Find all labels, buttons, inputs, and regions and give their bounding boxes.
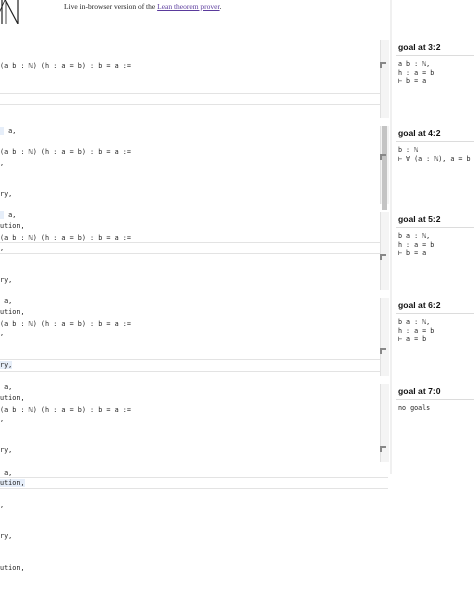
goal-state: a b : ℕ, h : a = b ⊢ b = a (398, 60, 435, 86)
code-line: (a b : ℕ) (h : a = b) : b = a := (0, 320, 131, 328)
code-line: (a b : ℕ) (h : a = b) : b = a := (0, 234, 131, 242)
goal-state: b a : ℕ, h : a = b ⊢ a = b (398, 318, 435, 344)
goal-title: goal at 5:2 (398, 214, 441, 224)
code-line: , (0, 500, 5, 509)
editor-scrollbar[interactable] (380, 298, 389, 376)
example-block: (a b : ℕ) (h : a = b) : b = a := a, , ry… (0, 384, 474, 572)
code-line (0, 92, 388, 105)
tagline-prefix: Live in-browser version of the (64, 2, 158, 11)
code-line: ry, (0, 532, 13, 540)
code-editor[interactable]: (a b : ℕ) (h : a = b) : b = a := a, , ry… (0, 40, 389, 230)
scrollbar-thumb[interactable] (382, 126, 387, 210)
scroll-marker-icon (380, 62, 386, 68)
goal-state: no goals (398, 404, 431, 412)
code-line: (a b : ℕ) (h : a = b) : b = a := (0, 148, 131, 156)
goal-title: goal at 3:2 (398, 42, 441, 52)
goal-title: goal at 7:0 (398, 386, 441, 396)
tagline: Live in-browser version of the Lean theo… (64, 2, 221, 11)
goal-panel: goal at 7:0 no goals (392, 384, 474, 462)
code-editor[interactable]: (a b : ℕ) (h : a = b) : b = a := a, , ry… (0, 126, 389, 316)
code-editor[interactable]: (a b : ℕ) (h : a = b) : b = a := a, , ry… (0, 212, 389, 402)
goal-panel: goal at 4:2 b : ℕ ⊢ ∀ (a : ℕ), a = b (392, 126, 474, 204)
scroll-marker-icon (380, 446, 386, 452)
goal-panel: goal at 6:2 b a : ℕ, h : a = b ⊢ a = b (392, 298, 474, 376)
goal-title: goal at 6:2 (398, 300, 441, 310)
goal-panel: goal at 3:2 a b : ℕ, h : a = b ⊢ b = a (392, 40, 474, 118)
page-header: Live in-browser version of the Lean theo… (0, 0, 474, 24)
code-editor[interactable]: (a b : ℕ) (h : a = b) : b = a := a, , ry… (0, 384, 389, 572)
scroll-marker-icon (380, 254, 386, 260)
code-editor[interactable]: (a b : ℕ) (h : a = b) : b = a := a, , ry… (0, 298, 389, 489)
scroll-marker-icon (380, 348, 386, 354)
goal-title: goal at 4:2 (398, 128, 441, 138)
goal-state: b a : ℕ, h : a = b ⊢ b = a (398, 232, 435, 258)
code-line: (a b : ℕ) (h : a = b) : b = a := (0, 406, 131, 414)
scroll-marker-icon (380, 154, 386, 160)
example-block: (a b : ℕ) (h : a = b) : b = a := a, , ry… (0, 126, 474, 316)
example-block: (a b : ℕ) (h : a = b) : b = a := a, , ry… (0, 212, 474, 402)
goal-state: b : ℕ ⊢ ∀ (a : ℕ), a = b (398, 146, 471, 163)
editor-scrollbar[interactable] (380, 212, 389, 290)
example-block: (a b : ℕ) (h : a = b) : b = a := a, , ry… (0, 298, 474, 489)
goal-panel: goal at 5:2 b a : ℕ, h : a = b ⊢ b = a (392, 212, 474, 290)
code-line: (a b : ℕ) (h : a = b) : b = a := (0, 62, 131, 70)
example-block: (a b : ℕ) (h : a = b) : b = a := a, , ry… (0, 40, 474, 230)
editor-scrollbar[interactable] (380, 40, 389, 118)
code-line: ution, (0, 563, 25, 572)
tagline-suffix: . (219, 2, 222, 11)
lean-logo-icon (0, 0, 19, 24)
code-line: a, (0, 469, 13, 477)
lean-prover-link[interactable]: Lean theorem prover (157, 2, 219, 11)
